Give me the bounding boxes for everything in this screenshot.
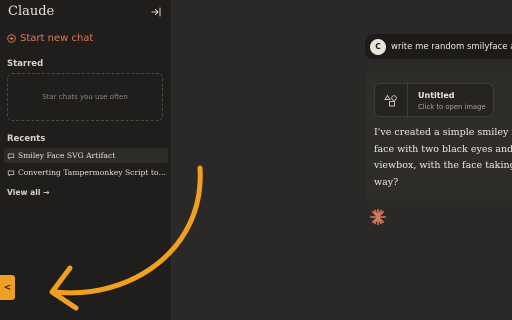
chat-bubble-icon (7, 170, 15, 177)
user-avatar: C (370, 38, 386, 55)
start-new-chat-button[interactable]: Start new chat (7, 33, 93, 44)
reply-line: viewbox, with the face taking up (374, 160, 512, 171)
recent-chat-item[interactable]: Converting Tampermonkey Script to ... (4, 165, 168, 180)
recent-chat-title: Converting Tampermonkey Script to ... (18, 168, 168, 177)
artifact-subtitle: Click to open image (418, 103, 486, 111)
sidebar: Claude Start new chat Starred Star chats… (0, 0, 172, 320)
start-new-chat-label: Start new chat (20, 33, 94, 44)
artifact-card[interactable]: Untitled Click to open image (374, 83, 494, 117)
starred-empty-text: Star chats you use often (42, 93, 128, 101)
starred-empty-box: Star chats you use often (7, 73, 163, 121)
view-all-link[interactable]: View all → (7, 188, 50, 197)
reply-line: I've created a simple smiley face (374, 127, 512, 138)
reply-line: way? (374, 176, 399, 188)
user-message: C write me random smilyface as (365, 34, 512, 59)
recent-chat-item[interactable]: Smiley Face SVG Artifact (4, 148, 168, 163)
chat-bubble-icon (7, 153, 15, 160)
user-message-text: write me random smilyface as (391, 41, 512, 52)
reply-line: face with two black eyes and a cu (374, 143, 512, 155)
reply-text: I've created a simple smiley face face w… (374, 125, 512, 191)
artifact-shapes-icon (375, 84, 408, 116)
plus-circle-icon (7, 34, 16, 43)
app-logo: Claude (8, 4, 55, 19)
sidebar-toggle-button[interactable]: < (0, 275, 15, 300)
artifact-title: Untitled (418, 91, 455, 100)
recent-chat-title: Smiley Face SVG Artifact (18, 151, 116, 160)
assistant-reply: Untitled Click to open image I've create… (365, 71, 512, 201)
starred-heading: Starred (7, 59, 44, 69)
collapse-sidebar-icon[interactable] (150, 6, 162, 18)
claude-spark-icon (369, 208, 387, 226)
recents-heading: Recents (7, 134, 46, 144)
